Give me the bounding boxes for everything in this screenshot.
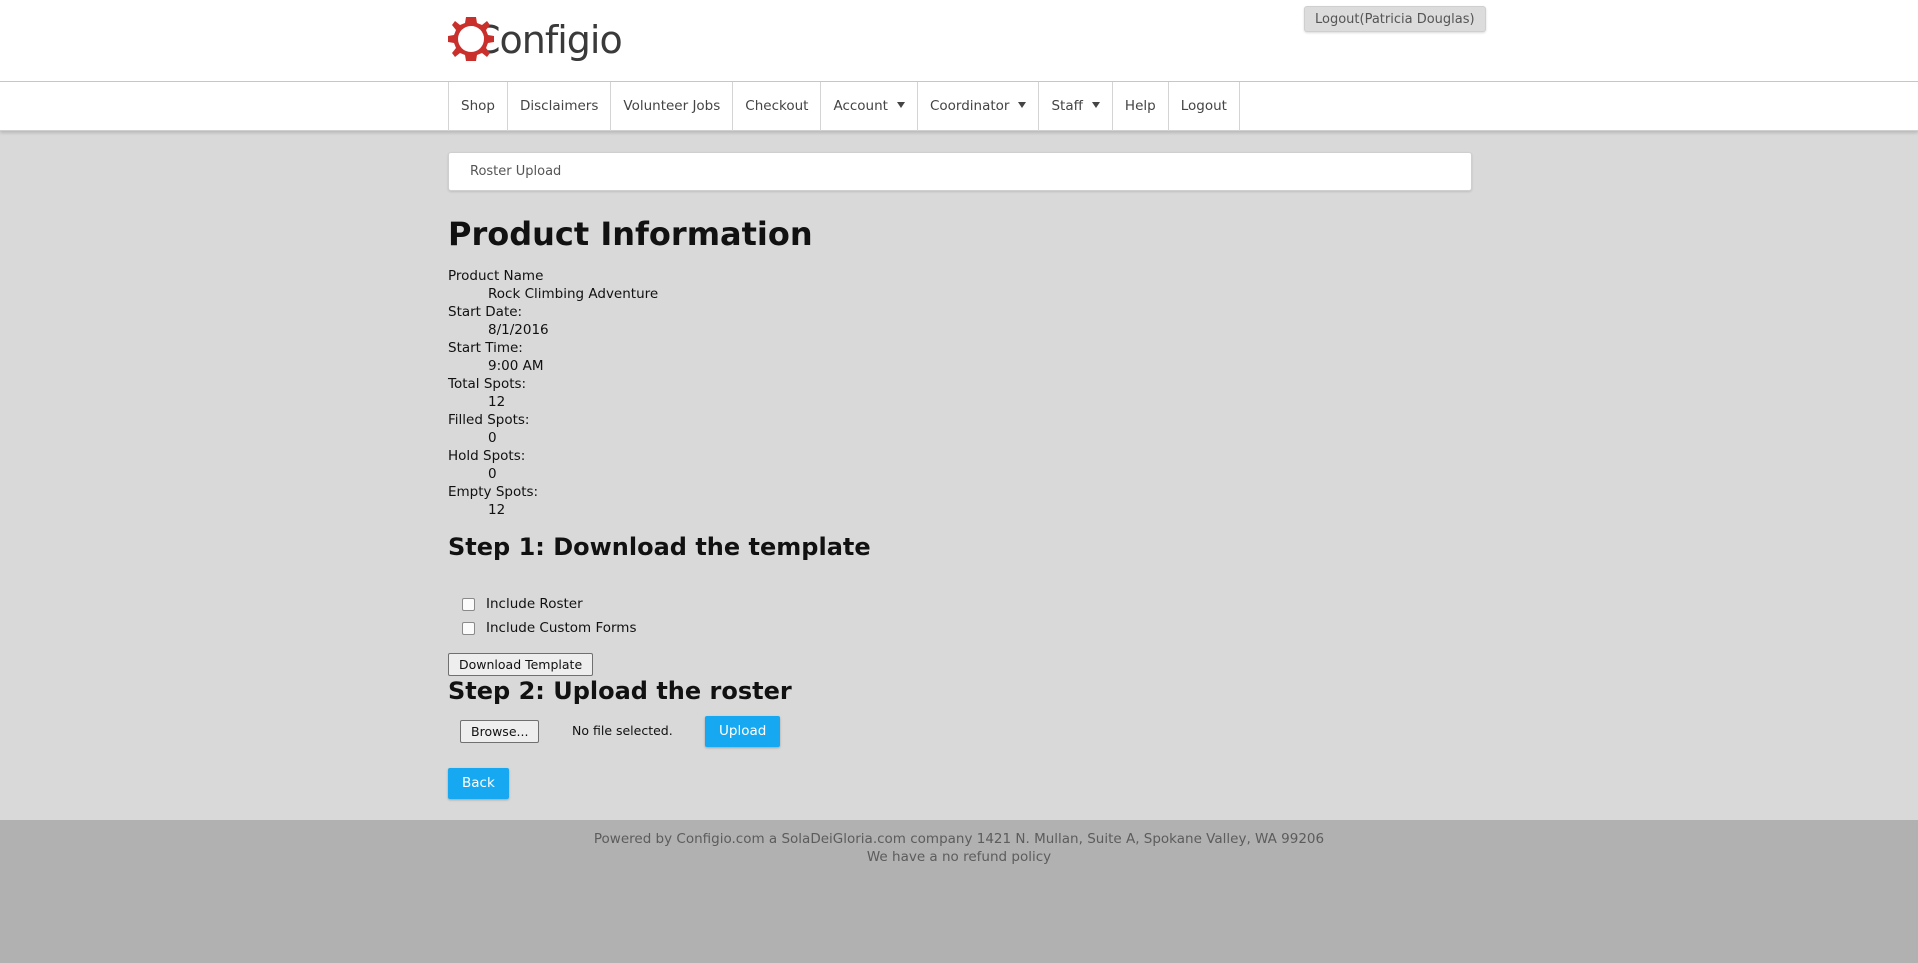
configio-logo[interactable]: Configio bbox=[448, 12, 623, 66]
include-roster-checkbox[interactable]: Include Roster bbox=[462, 594, 583, 614]
nav-label: Disclaimers bbox=[519, 98, 599, 114]
field-value: 0 bbox=[488, 430, 497, 446]
field-value: 9:00 AM bbox=[488, 358, 544, 374]
nav-item-disclaimers[interactable]: Disclaimers bbox=[508, 82, 612, 131]
nav-item-volunteer-jobs[interactable]: Volunteer Jobs bbox=[611, 82, 734, 131]
footer-refund-policy: We have a no refund policy bbox=[866, 849, 1052, 865]
main-navbar: Shop Disclaimers Volunteer Jobs Checkout… bbox=[0, 82, 1918, 131]
field-value: 12 bbox=[488, 502, 506, 518]
checkbox-box[interactable] bbox=[462, 621, 475, 635]
nav-list: Shop Disclaimers Volunteer Jobs Checkout… bbox=[448, 82, 1240, 131]
browse-file-button[interactable]: Browse... bbox=[460, 720, 540, 743]
site-footer: Powered by Configio.com a SolaDeiGloria.… bbox=[0, 820, 1918, 963]
field-value: 8/1/2016 bbox=[488, 322, 549, 338]
field-label: Hold Spots: bbox=[448, 448, 526, 464]
nav-item-logout[interactable]: Logout bbox=[1169, 82, 1240, 131]
field-label: Filled Spots: bbox=[448, 412, 530, 428]
field-label: Start Date: bbox=[448, 304, 523, 320]
field-label: Empty Spots: bbox=[448, 484, 539, 500]
nav-item-help[interactable]: Help bbox=[1113, 82, 1169, 131]
field-value: Rock Climbing Adventure bbox=[488, 286, 659, 302]
checkbox-label: Include Roster bbox=[486, 596, 583, 612]
product-info-list: Product Name Rock Climbing Adventure Sta… bbox=[448, 267, 1472, 519]
breadcrumb: Roster Upload bbox=[448, 152, 1472, 191]
nav-item-account[interactable]: Account bbox=[821, 82, 918, 131]
file-status-text: No file selected. bbox=[572, 723, 673, 738]
gear-logo-icon bbox=[448, 13, 494, 65]
nav-label: Volunteer Jobs bbox=[623, 98, 721, 114]
checkbox-box[interactable] bbox=[462, 597, 475, 611]
download-template-button[interactable]: Download Template bbox=[448, 653, 594, 676]
field-value: 0 bbox=[488, 466, 497, 482]
caret-down-icon bbox=[1091, 102, 1100, 108]
nav-item-coordinator[interactable]: Coordinator bbox=[918, 82, 1040, 131]
field-value: 12 bbox=[488, 394, 506, 410]
field-label: Start Time: bbox=[448, 340, 523, 356]
nav-label: Account bbox=[833, 98, 888, 114]
logout-user-button[interactable]: Logout(Patricia Douglas) bbox=[1304, 6, 1486, 32]
main-content: Product Information Product Name Rock Cl… bbox=[448, 210, 1472, 799]
nav-label: Staff bbox=[1051, 98, 1083, 114]
nav-label: Shop bbox=[461, 98, 495, 114]
footer-company-text: Powered by Configio.com a SolaDeiGloria.… bbox=[593, 831, 1325, 847]
field-label: Product Name bbox=[448, 268, 544, 284]
step1-heading: Step 1: Download the template bbox=[448, 533, 871, 561]
nav-label: Help bbox=[1124, 98, 1156, 114]
nav-item-checkout[interactable]: Checkout bbox=[733, 82, 822, 131]
nav-label: Checkout bbox=[745, 98, 809, 114]
step2-heading: Step 2: Upload the roster bbox=[448, 677, 792, 705]
caret-down-icon bbox=[1018, 102, 1027, 108]
include-custom-forms-checkbox[interactable]: Include Custom Forms bbox=[462, 618, 636, 638]
nav-item-shop[interactable]: Shop bbox=[449, 82, 508, 131]
caret-down-icon bbox=[896, 102, 905, 108]
nav-label: Coordinator bbox=[929, 98, 1010, 114]
back-button[interactable]: Back bbox=[448, 768, 509, 799]
checkbox-label: Include Custom Forms bbox=[486, 620, 637, 636]
upload-button[interactable]: Upload bbox=[705, 716, 781, 747]
nav-item-staff[interactable]: Staff bbox=[1039, 82, 1113, 131]
logo-text: Configio bbox=[474, 18, 623, 62]
field-label: Total Spots: bbox=[448, 376, 527, 392]
nav-label: Logout bbox=[1180, 98, 1227, 114]
page-title: Product Information bbox=[448, 215, 813, 253]
site-header: Configio Logout(Patricia Douglas) bbox=[0, 0, 1918, 82]
